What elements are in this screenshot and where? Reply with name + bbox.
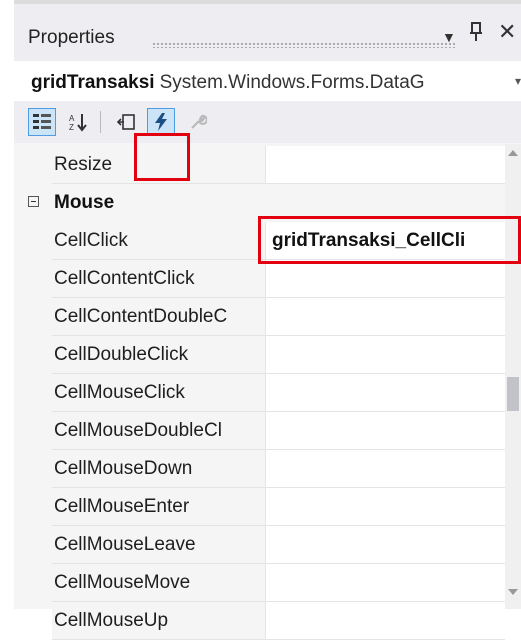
- property-value[interactable]: [265, 564, 505, 602]
- property-name[interactable]: CellMouseDoubleCl: [52, 412, 265, 450]
- categorized-icon: [33, 114, 51, 129]
- properties-grid: Resize Mouse CellClick gridTransaksi_CellCl…: [14, 144, 521, 640]
- property-name[interactable]: CellMouseMove: [52, 564, 265, 602]
- property-name[interactable]: CellContentClick: [52, 260, 265, 298]
- property-row[interactable]: CellMouseUp: [14, 602, 505, 640]
- property-name[interactable]: CellDoubleClick: [52, 336, 265, 374]
- property-value[interactable]: [265, 146, 505, 184]
- category-label: Mouse: [54, 192, 115, 213]
- property-row[interactable]: CellMouseLeave: [14, 526, 505, 564]
- close-icon[interactable]: ✕: [498, 19, 516, 45]
- lightning-icon: [155, 113, 167, 131]
- scroll-down-icon[interactable]: [508, 589, 518, 595]
- alphabetical-button[interactable]: A Z: [64, 108, 92, 136]
- property-name[interactable]: CellMouseClick: [52, 374, 265, 412]
- property-value[interactable]: [265, 298, 505, 336]
- collapse-icon[interactable]: [28, 196, 39, 207]
- pin-glyph: [470, 22, 482, 41]
- properties-icon: [116, 114, 135, 130]
- properties-view-button[interactable]: [112, 108, 140, 136]
- properties-panel: Properties ▼ ✕ gridTransaksi System.Windo…: [14, 0, 521, 640]
- property-name[interactable]: CellMouseEnter: [52, 488, 265, 526]
- property-row[interactable]: CellDoubleClick: [14, 336, 505, 374]
- events-button-highlight: [134, 133, 190, 181]
- svg-text:Z: Z: [69, 123, 74, 132]
- property-row[interactable]: CellContentDoubleC: [14, 298, 505, 336]
- property-value[interactable]: [265, 260, 505, 298]
- alphabetical-icon: A Z: [69, 114, 87, 132]
- panel-title: Properties: [28, 27, 115, 48]
- property-value[interactable]: [265, 488, 505, 526]
- property-value[interactable]: [265, 526, 505, 564]
- property-value[interactable]: [265, 412, 505, 450]
- property-value[interactable]: [265, 336, 505, 374]
- svg-text:A: A: [69, 114, 75, 123]
- property-row[interactable]: CellMouseDown: [14, 450, 505, 488]
- property-pages-button[interactable]: [184, 108, 212, 136]
- object-selector[interactable]: gridTransaksi System.Windows.Forms.DataG …: [14, 61, 521, 101]
- object-name: gridTransaksi: [31, 72, 155, 93]
- scroll-up-icon[interactable]: [508, 150, 518, 156]
- drag-grip[interactable]: [152, 42, 457, 48]
- property-value[interactable]: [265, 374, 505, 412]
- property-name[interactable]: CellContentDoubleC: [52, 298, 265, 336]
- property-name[interactable]: CellMouseDown: [52, 450, 265, 488]
- property-row[interactable]: CellMouseDoubleCl: [14, 412, 505, 450]
- categorized-button[interactable]: [28, 108, 56, 136]
- object-selector-text: gridTransaksi System.Windows.Forms.DataG: [31, 72, 425, 94]
- property-name[interactable]: CellMouseLeave: [52, 526, 265, 564]
- events-button[interactable]: [147, 108, 175, 136]
- scroll-thumb[interactable]: [507, 377, 519, 412]
- title-bar: Properties ▼ ✕: [14, 4, 521, 61]
- wrench-icon: [191, 114, 207, 129]
- property-name[interactable]: CellClick: [52, 222, 265, 260]
- property-row[interactable]: CellContentClick: [14, 260, 505, 298]
- object-type: System.Windows.Forms.DataG: [159, 72, 425, 93]
- caret-down-icon[interactable]: ▼: [442, 29, 456, 45]
- properties-toolbar: A Z: [14, 101, 521, 143]
- pin-icon[interactable]: [469, 22, 483, 48]
- property-name[interactable]: CellMouseUp: [52, 602, 265, 640]
- vertical-scrollbar[interactable]: [505, 144, 521, 609]
- property-row[interactable]: CellMouseClick: [14, 374, 505, 412]
- property-row[interactable]: Resize: [14, 146, 505, 184]
- toolbar-separator: [100, 111, 101, 133]
- property-row[interactable]: CellMouseMove: [14, 564, 505, 602]
- property-value[interactable]: [265, 450, 505, 488]
- cellclick-value-highlight: [258, 216, 521, 264]
- property-value[interactable]: [265, 602, 505, 640]
- chevron-down-icon[interactable]: ▾: [515, 74, 521, 88]
- property-row[interactable]: CellMouseEnter: [14, 488, 505, 526]
